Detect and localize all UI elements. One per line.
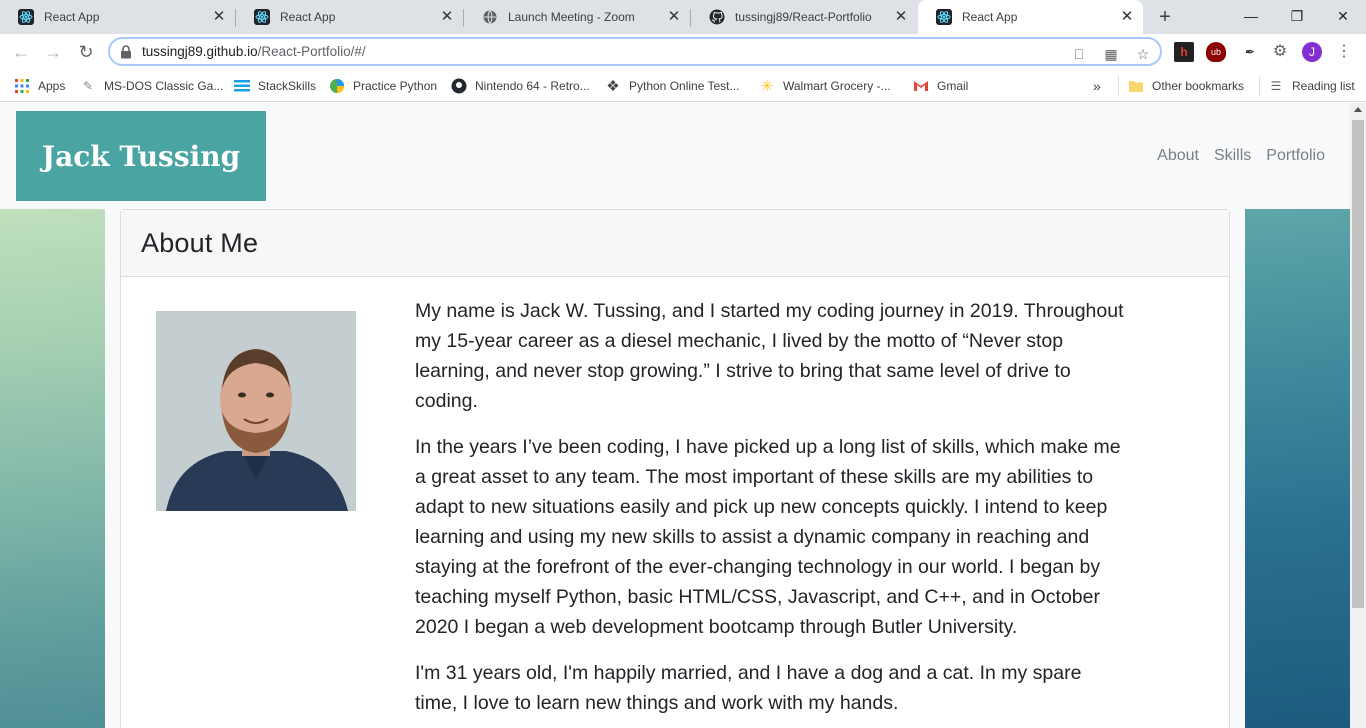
profile-avatar[interactable]: J: [1302, 42, 1322, 62]
browser-tab[interactable]: tussingj89/React-Portfolio ✕: [691, 0, 917, 34]
extension-h-icon[interactable]: h: [1174, 42, 1194, 62]
eyedropper-icon[interactable]: ✒: [1240, 42, 1260, 62]
react-icon: [936, 9, 952, 25]
page-scrollbar[interactable]: [1350, 103, 1366, 728]
background-right: [1245, 209, 1350, 728]
about-paragraph: My name is Jack W. Tussing, and I starte…: [415, 300, 1124, 412]
reading-list[interactable]: ☰ Reading list: [1259, 76, 1355, 96]
bookmark-label: Practice Python: [353, 79, 438, 93]
bookmark-label: MS-DOS Classic Ga...: [104, 79, 224, 93]
other-bookmarks[interactable]: Other bookmarks: [1118, 76, 1244, 96]
browser-chrome: React App ✕ React App ✕ Launch Meeting -…: [0, 0, 1366, 102]
nav-link-skills[interactable]: Skills: [1214, 147, 1251, 165]
reading-list-label: Reading list: [1292, 79, 1355, 93]
profile-photo: [156, 311, 356, 511]
bookmark-star-icon[interactable]: ☆: [1134, 45, 1152, 63]
python-icon: [329, 78, 345, 94]
bookmark-label: StackSkills: [258, 79, 317, 93]
walmart-icon: ✳: [760, 78, 774, 95]
url-path: /React-Portfolio/#/: [257, 44, 366, 59]
bookmark-label: Nintendo 64 - Retro...: [475, 79, 590, 93]
page-title: About Me: [141, 227, 259, 258]
cast-icon[interactable]: ⎕: [1070, 45, 1088, 63]
bookmark-label: Python Online Test...: [629, 79, 740, 93]
gmail-icon: [913, 78, 929, 94]
bookmark-label: Other bookmarks: [1152, 79, 1245, 93]
background-left: [0, 209, 105, 728]
reading-list-icon: ☰: [1270, 79, 1282, 93]
github-icon: [709, 9, 725, 25]
react-icon: [18, 9, 34, 25]
msdos-icon: ✎: [82, 79, 94, 93]
close-window-button[interactable]: ✕: [1320, 0, 1366, 32]
restore-button[interactable]: ❐: [1274, 0, 1320, 32]
close-icon[interactable]: ✕: [666, 9, 682, 25]
github-icon: [451, 78, 467, 94]
forward-button[interactable]: →: [41, 40, 65, 64]
bookmark-nintendo[interactable]: Nintendo 64 - Retro...: [451, 76, 590, 96]
tab-title: Launch Meeting - Zoom: [508, 10, 635, 24]
diamond-icon: ❖: [606, 78, 620, 95]
minimize-button[interactable]: —: [1228, 0, 1274, 32]
scrollbar-thumb[interactable]: [1352, 120, 1364, 608]
bookmark-label: Apps: [38, 79, 66, 93]
bookmark-apps[interactable]: Apps: [14, 76, 65, 96]
bookmarks-bar: Apps ✎ MS-DOS Classic Ga... StackSkills …: [0, 70, 1366, 102]
url-host: tussingj89.github.io: [142, 44, 258, 59]
extensions-puzzle-icon[interactable]: ⚙: [1270, 42, 1290, 62]
about-paragraph: In the years I’ve been coding, I have pi…: [415, 436, 1121, 638]
site-nav: About Skills Portfolio: [1157, 147, 1325, 165]
close-icon[interactable]: ✕: [893, 9, 909, 25]
apps-grid-icon: [14, 78, 30, 94]
kebab-menu-icon[interactable]: ⋮: [1334, 42, 1354, 62]
browser-tab[interactable]: Launch Meeting - Zoom ✕: [464, 0, 690, 34]
react-icon: [254, 9, 270, 25]
tab-strip: React App ✕ React App ✕ Launch Meeting -…: [0, 0, 1366, 34]
address-bar[interactable]: tussingj89.github.io/React-Portfolio/#/ …: [108, 37, 1162, 66]
folder-icon: [1128, 78, 1144, 94]
page-viewport: Jack Tussing About Skills Portfolio Abou…: [0, 103, 1350, 728]
nav-link-about[interactable]: About: [1157, 147, 1199, 165]
bookmark-label: Walmart Grocery -...: [783, 79, 891, 93]
tab-title: tussingj89/React-Portfolio: [735, 10, 872, 24]
lock-icon: [120, 45, 132, 59]
bookmark-stackskills[interactable]: StackSkills: [234, 76, 316, 96]
back-button[interactable]: ←: [9, 40, 33, 64]
site-brand[interactable]: Jack Tussing: [16, 111, 266, 201]
reload-button[interactable]: ↻: [74, 40, 98, 64]
url-text: tussingj89.github.io/React-Portfolio/#/: [142, 44, 366, 59]
bookmark-msdos[interactable]: ✎ MS-DOS Classic Ga...: [80, 76, 223, 96]
close-icon[interactable]: ✕: [211, 9, 227, 25]
about-paragraph: I'm 31 years old, I'm happily married, a…: [415, 662, 1082, 714]
browser-tab[interactable]: React App ✕: [236, 0, 463, 34]
new-tab-button[interactable]: +: [1154, 6, 1176, 28]
bookmarks-overflow-button[interactable]: »: [1093, 76, 1101, 96]
browser-tab[interactable]: React App ✕: [0, 0, 235, 34]
globe-icon: [482, 9, 498, 25]
tab-title: React App: [280, 10, 336, 24]
scroll-up-arrow[interactable]: [1354, 107, 1362, 112]
bookmark-python-test[interactable]: ❖ Python Online Test...: [605, 76, 740, 96]
bookmark-gmail[interactable]: Gmail: [913, 76, 968, 96]
ublock-icon[interactable]: ub: [1206, 42, 1226, 62]
browser-tab-active[interactable]: React App ✕: [918, 0, 1143, 34]
about-card: About Me My name is Jack W. Tussing, and…: [120, 209, 1230, 728]
bookmark-label: Gmail: [937, 79, 969, 93]
about-text: My name is Jack W. Tussing, and I starte…: [415, 296, 1125, 728]
bookmark-practice-python[interactable]: Practice Python: [329, 76, 437, 96]
bookmark-walmart[interactable]: ✳ Walmart Grocery -...: [759, 76, 891, 96]
card-header: About Me: [121, 210, 1229, 277]
tab-title: React App: [962, 10, 1018, 24]
browser-toolbar: ← → ↻ tussingj89.github.io/React-Portfol…: [0, 34, 1366, 70]
nav-link-portfolio[interactable]: Portfolio: [1266, 147, 1325, 165]
tab-title: React App: [44, 10, 100, 24]
stack-icon: [234, 78, 250, 94]
close-icon[interactable]: ✕: [1119, 9, 1135, 25]
qr-code-icon[interactable]: ▦: [1102, 45, 1120, 63]
close-icon[interactable]: ✕: [439, 9, 455, 25]
